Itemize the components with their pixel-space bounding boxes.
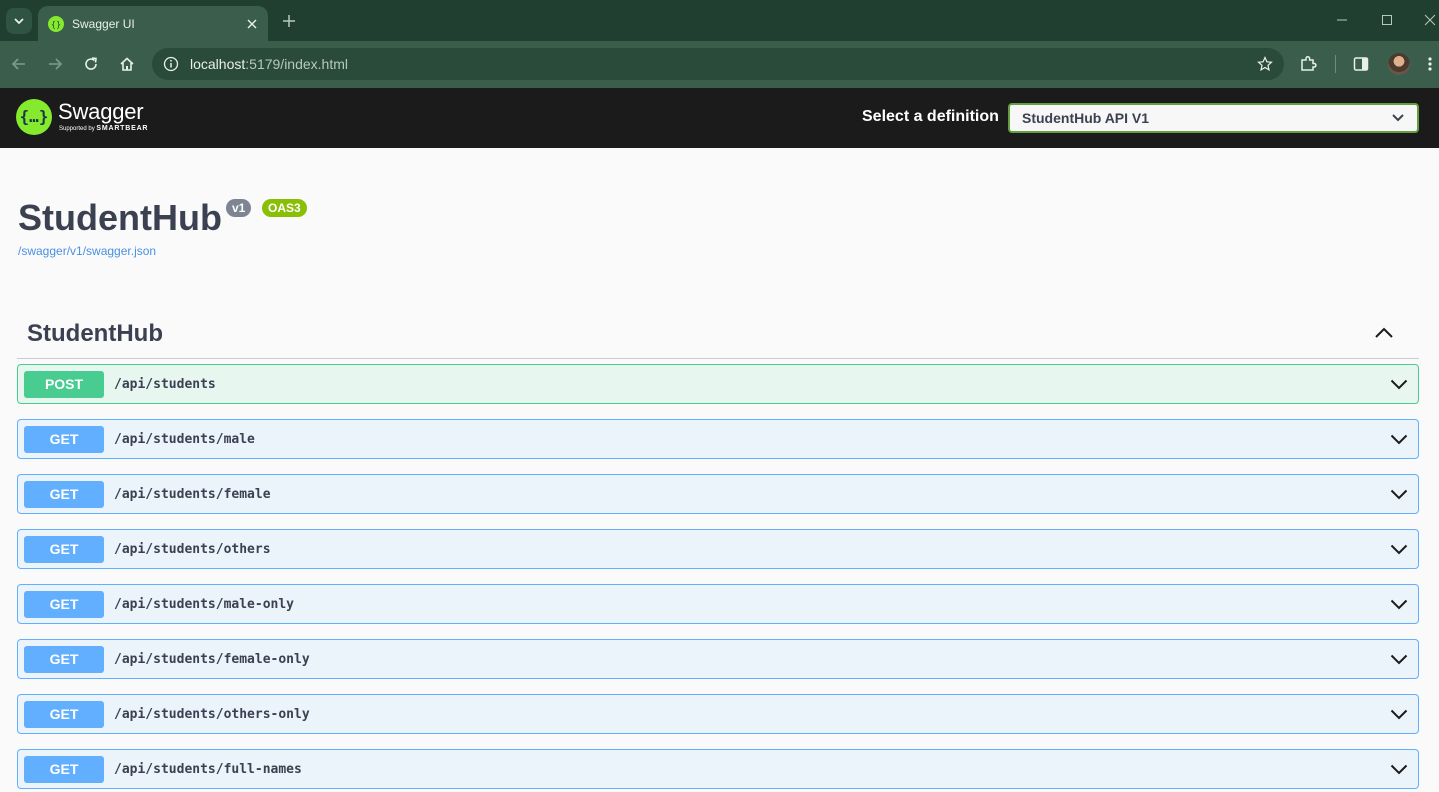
browser-toolbar: localhost:5179/index.html	[0, 41, 1439, 88]
operation-post-row[interactable]: POST/api/students	[17, 364, 1419, 404]
operation-get-row[interactable]: GET/api/students/male	[17, 419, 1419, 459]
operation-get-row[interactable]: GET/api/students/others-only	[17, 694, 1419, 734]
endpoint-path: /api/students/male-only	[114, 596, 295, 612]
chevron-up-icon[interactable]	[1373, 322, 1395, 344]
oas-badge: OAS3	[262, 199, 307, 217]
swagger-logo[interactable]: {…} Swagger Supported by SMARTBEAR	[16, 97, 168, 137]
more-menu-icon[interactable]	[1420, 54, 1439, 74]
logo-subtitle: Supported by SMARTBEAR	[59, 125, 149, 132]
endpoint-path: /api/students	[114, 376, 216, 392]
http-method-badge: GET	[24, 645, 104, 673]
chevron-down-icon[interactable]	[1388, 648, 1410, 670]
tag-section-header[interactable]: StudentHub	[17, 306, 1419, 359]
tab-close-icon[interactable]	[244, 16, 260, 32]
http-method-badge: GET	[24, 700, 104, 728]
endpoint-path: /api/students/others	[114, 541, 271, 557]
side-panel-icon[interactable]	[1351, 54, 1371, 74]
definition-select[interactable]: StudentHub API V1	[1008, 103, 1419, 133]
version-badge: v1	[226, 199, 252, 217]
chevron-down-icon[interactable]	[1388, 758, 1410, 780]
tag-name: StudentHub	[27, 320, 163, 347]
logo-wordmark: Swagger	[58, 99, 144, 124]
tab-title: Swagger UI	[72, 16, 135, 31]
swagger-logo-icon: {…}	[16, 99, 52, 135]
home-icon[interactable]	[116, 53, 138, 75]
browser-tab-bar: {} Swagger UI	[0, 0, 1439, 41]
chevron-down-icon[interactable]	[1388, 483, 1410, 505]
spec-json-link[interactable]: /swagger/v1/swagger.json	[18, 244, 156, 258]
endpoint-path: /api/students/others-only	[114, 706, 310, 722]
api-title: StudentHub	[18, 197, 222, 238]
endpoint-path: /api/students/full-names	[114, 761, 302, 777]
operation-get-row[interactable]: GET/api/students/others	[17, 529, 1419, 569]
operation-get-row[interactable]: GET/api/students/male-only	[17, 584, 1419, 624]
chevron-down-icon[interactable]	[1388, 538, 1410, 560]
endpoint-path: /api/students/female	[114, 486, 271, 502]
svg-text:{}: {}	[51, 20, 61, 29]
extensions-puzzle-icon[interactable]	[1298, 54, 1318, 74]
http-method-badge: GET	[24, 425, 104, 453]
profile-avatar[interactable]	[1388, 53, 1410, 75]
toolbar-separator	[1335, 55, 1336, 73]
close-window-icon[interactable]	[1422, 12, 1438, 28]
endpoint-path: /api/students/female-only	[114, 651, 310, 667]
http-method-badge: GET	[24, 590, 104, 618]
minimize-icon[interactable]	[1334, 12, 1350, 28]
http-method-badge: POST	[24, 370, 104, 398]
swagger-favicon-icon: {}	[48, 15, 64, 32]
chevron-down-icon	[14, 18, 24, 25]
chevron-down-icon[interactable]	[1388, 428, 1410, 450]
reload-icon[interactable]	[80, 53, 102, 75]
http-method-badge: GET	[24, 480, 104, 508]
url-text: localhost:5179/index.html	[190, 56, 348, 72]
endpoint-path: /api/students/male	[114, 431, 255, 447]
operation-get-row[interactable]: GET/api/students/female-only	[17, 639, 1419, 679]
svg-text:{…}: {…}	[21, 107, 47, 126]
chevron-down-icon	[1391, 111, 1405, 125]
new-tab-plus-icon[interactable]	[280, 12, 298, 30]
swagger-topbar: {…} Swagger Supported by SMARTBEAR Selec…	[0, 88, 1439, 148]
http-method-badge: GET	[24, 535, 104, 563]
operation-get-row[interactable]: GET/api/students/female	[17, 474, 1419, 514]
chevron-down-icon[interactable]	[1388, 373, 1410, 395]
maximize-icon[interactable]	[1379, 12, 1395, 28]
forward-arrow-icon[interactable]	[44, 53, 66, 75]
chevron-down-icon[interactable]	[1388, 703, 1410, 725]
bookmark-star-icon[interactable]	[1256, 55, 1274, 73]
chevron-down-icon[interactable]	[1388, 593, 1410, 615]
address-bar[interactable]: localhost:5179/index.html	[152, 48, 1284, 80]
definition-label: Select a definition	[862, 108, 999, 125]
tab-search-button[interactable]	[6, 8, 32, 34]
browser-tab[interactable]: {} Swagger UI	[38, 6, 268, 41]
http-method-badge: GET	[24, 755, 104, 783]
definition-selected-value: StudentHub API V1	[1022, 110, 1150, 126]
operation-get-row[interactable]: GET/api/students/full-names	[17, 749, 1419, 789]
site-info-icon[interactable]	[162, 55, 180, 73]
back-arrow-icon[interactable]	[8, 53, 30, 75]
